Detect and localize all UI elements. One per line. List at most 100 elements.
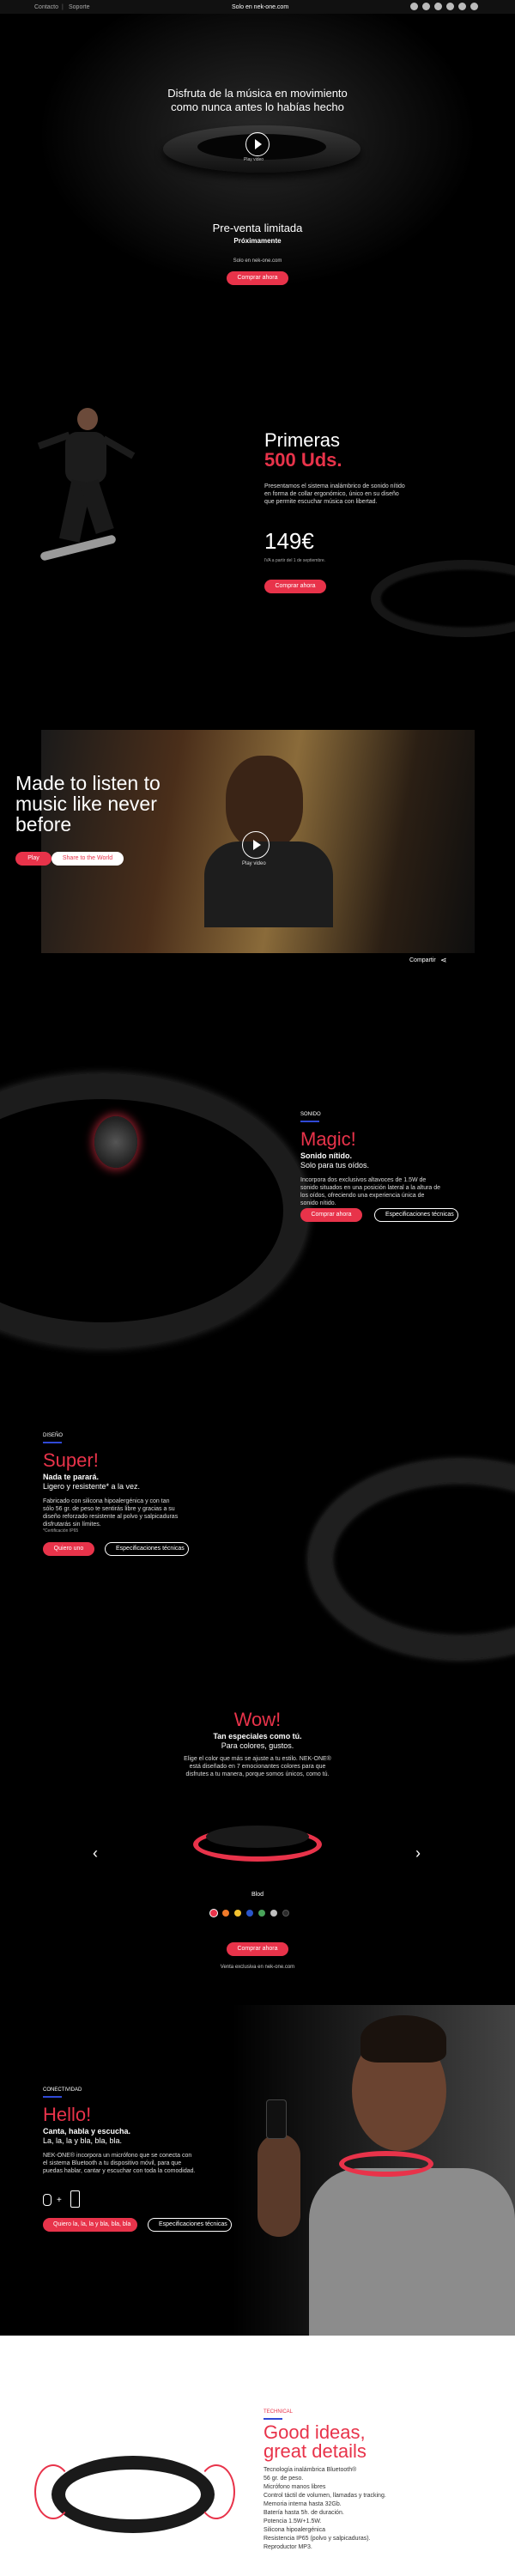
design-specs-button[interactable]: Especificaciones técnicas [105, 1542, 189, 1556]
twitter-icon[interactable] [422, 3, 430, 10]
plus-sign: + [57, 2196, 62, 2205]
top-bar: Contacto | Soporte Solo en nek-one.com [0, 0, 515, 15]
presale-title: Pre-venta limitada [212, 222, 303, 234]
facebook-icon[interactable] [410, 3, 418, 10]
first-description: Presentamos el sistema inalámbrico de so… [264, 483, 405, 505]
presale-soon: Próximamente [233, 237, 282, 245]
colors-note: Venta exclusiva en nek-one.com [220, 1965, 295, 1970]
design-title: Super! [43, 1449, 99, 1471]
play-icon [255, 139, 262, 149]
video-play-circle[interactable] [242, 831, 270, 859]
microphone-icon [43, 2194, 52, 2206]
separator: | [62, 4, 64, 10]
colors-buy-button[interactable]: Comprar ahora [227, 1942, 288, 1956]
technical-tag: TECHNICAL [264, 2409, 294, 2415]
spec-item: 56 gr. de peso. [264, 2476, 304, 2482]
design-sub1: Nada te parará. [43, 1473, 100, 1481]
connect-tag-line [43, 2096, 62, 2098]
skater-image [34, 399, 146, 584]
technical-list: Tecnología inalámbrica Bluetooth® 56 gr.… [264, 2466, 418, 2552]
connect-tag: CONECTIVIDAD [43, 2087, 82, 2093]
hero-headline: Disfruta de la música en movimiento como… [167, 87, 348, 113]
spec-item: Potencia 1.5W+1.5W. [264, 2518, 322, 2524]
colors-neckband-image [193, 1819, 322, 1870]
first-price-note: IVA a partir del 1 de septiembre. [264, 558, 326, 563]
first-units-section: Primeras 500 Uds. Presentamos el sistema… [0, 361, 515, 637]
contact-link[interactable]: Contacto [34, 3, 58, 11]
technical-section: TECHNICAL Good ideas, great details Tecn… [0, 2336, 515, 2576]
first-title-2: 500 Uds. [264, 449, 342, 471]
sound-tag-line [300, 1121, 319, 1122]
social-icons [410, 3, 505, 11]
spec-item: Control táctil de volumen, llamadas y tr… [264, 2493, 386, 2499]
connect-specs-button[interactable]: Especificaciones técnicas [148, 2218, 232, 2232]
pinterest-icon[interactable] [458, 3, 466, 10]
sound-sub2: Solo para tus oídos. [300, 1161, 370, 1170]
hero-buy-button[interactable]: Comprar ahora [227, 271, 288, 285]
design-neckband-image [283, 1443, 515, 1659]
share-label[interactable]: Compartir [409, 957, 436, 964]
connect-title: Hello! [43, 2104, 92, 2125]
color-swatch[interactable] [258, 1910, 265, 1917]
first-buy-button[interactable]: Comprar ahora [264, 580, 326, 593]
spec-item: Memoria interna hasta 32Gb. [264, 2501, 342, 2507]
colors-next-arrow[interactable]: › [415, 1844, 421, 1862]
connect-sub1: Canta, habla y escucha. [43, 2127, 131, 2136]
color-swatches [210, 1910, 313, 1918]
connect-sub2: La, la, la y bla, bla, bla. [43, 2136, 123, 2145]
design-description: Fabricado con silicona hipoalergénica y … [43, 1498, 179, 1528]
spec-item: Micrófono manos libres [264, 2484, 326, 2490]
design-buy-button[interactable]: Quiero uno [43, 1542, 94, 1556]
connect-section: CONECTIVIDAD Hello! Canta, habla y escuc… [0, 2005, 515, 2340]
sound-section: SONIDO Magic! Sonido nítido. Solo para t… [0, 1056, 515, 1348]
first-neckband-image [362, 550, 515, 637]
colors-sub1: Tan especiales como tú. [213, 1732, 302, 1741]
design-sub2: Ligero y resistente* a la vez. [43, 1482, 141, 1491]
support-link[interactable]: Soporte [69, 3, 90, 11]
video-section: Made to listen to music like never befor… [0, 730, 515, 970]
spec-item: Reproductor MP3. [264, 2544, 312, 2550]
design-tag: DISEÑO [43, 1433, 64, 1438]
share-icon[interactable]: ⋖ [440, 956, 447, 965]
sound-description: Incorpora dos exclusivos altavoces de 1.… [300, 1177, 441, 1206]
colors-title: Wow! [233, 1709, 282, 1730]
connect-buy-button[interactable]: Quiero la, la, la y bla, bla, bla [43, 2218, 137, 2232]
colors-description: Elige el color que más se ajuste a tu es… [184, 1756, 331, 1777]
colors-selected-label: Blod [251, 1892, 264, 1898]
color-swatch[interactable] [222, 1910, 229, 1917]
sound-sub1: Sonido nítido. [300, 1151, 352, 1160]
first-price: 149€ [264, 528, 314, 554]
presale-only: Solo en nek-one.com [233, 258, 282, 264]
colors-prev-arrow[interactable]: ‹ [93, 1844, 98, 1862]
connect-description: NEK-ONE® incorpora un micrófono que se c… [43, 2153, 196, 2174]
linkedin-icon[interactable] [470, 3, 478, 10]
colors-section: Wow! Tan especiales como tú. Para colore… [0, 1700, 515, 1984]
design-section: DISEÑO Super! Nada te parará. Ligero y r… [0, 1425, 515, 1683]
color-swatch[interactable] [270, 1910, 277, 1917]
man-phone-image [258, 2005, 515, 2340]
hero-play-button[interactable] [245, 132, 270, 156]
play-icon [253, 840, 261, 850]
design-note: *Certificación IP65 [43, 1528, 79, 1534]
sound-buy-button[interactable]: Comprar ahora [300, 1208, 362, 1222]
sound-title: Magic! [300, 1128, 356, 1150]
phone-icon [70, 2190, 80, 2208]
spec-item: Tecnología inalámbrica Bluetooth® [264, 2467, 357, 2473]
youtube-icon[interactable] [446, 3, 454, 10]
top-center-text: Solo en nek-one.com [232, 4, 289, 10]
spec-item: Silicona hipoalergénica [264, 2527, 325, 2533]
technical-neckband-image [34, 2439, 235, 2550]
video-play-label: Play video [242, 861, 266, 866]
sound-neckband-image [0, 1056, 309, 1348]
color-swatch[interactable] [282, 1910, 289, 1917]
spec-item: Resistencia IP65 (polvo y salpicaduras). [264, 2536, 371, 2542]
share-world-button[interactable]: Share to the World [52, 852, 124, 866]
color-swatch[interactable] [246, 1910, 253, 1917]
video-play-button[interactable]: Play [15, 852, 52, 866]
sound-specs-button[interactable]: Especificaciones técnicas [374, 1208, 458, 1222]
instagram-icon[interactable] [434, 3, 442, 10]
technical-title-2: great details [264, 2440, 367, 2462]
spec-item: Batería hasta 5h. de duración. [264, 2510, 344, 2516]
color-swatch[interactable] [234, 1910, 241, 1917]
color-swatch[interactable] [210, 1910, 217, 1917]
